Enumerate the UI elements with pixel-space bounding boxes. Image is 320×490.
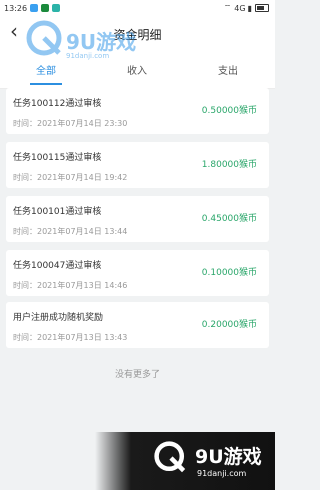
record-time: 时间：2021年07月13日 14:46 bbox=[13, 281, 128, 290]
record-time: 时间：2021年07月14日 19:42 bbox=[13, 173, 128, 182]
record-task: 用户注册成功随机奖励 bbox=[13, 313, 104, 323]
watermark-url: 91danji.com bbox=[197, 469, 247, 478]
record-task: 任务100101通过审核 bbox=[13, 207, 102, 217]
status-time: 13:26 bbox=[4, 3, 28, 13]
record-amount: 0.10000猴币 bbox=[201, 268, 257, 278]
watermark-brand: 9U游戏 bbox=[66, 30, 137, 54]
transaction-record[interactable]: 任务100115通过审核 时间：2021年07月14日 19:42 1.8000… bbox=[6, 142, 269, 188]
brand-logo-icon bbox=[26, 20, 62, 56]
app-notification-icon bbox=[41, 4, 50, 12]
active-tab-indicator bbox=[30, 83, 62, 85]
brand-logo-icon bbox=[154, 441, 186, 473]
record-amount: 0.20000猴币 bbox=[201, 320, 257, 330]
watermark-url: 91danji.com bbox=[66, 52, 110, 60]
network-type: 4G bbox=[234, 3, 246, 13]
end-of-list-text: 没有更多了 bbox=[114, 370, 160, 380]
record-task: 任务100112通过审核 bbox=[13, 99, 102, 109]
record-time: 时间：2021年07月13日 13:43 bbox=[13, 333, 128, 342]
wifi-icon: ⌔ bbox=[223, 3, 232, 12]
record-amount: 1.80000猴币 bbox=[201, 160, 257, 170]
transaction-record[interactable]: 任务100112通过审核 时间：2021年07月14日 23:30 0.5000… bbox=[6, 88, 269, 134]
record-time: 时间：2021年07月14日 23:30 bbox=[13, 119, 128, 128]
record-time: 时间：2021年07月14日 13:44 bbox=[13, 227, 128, 236]
transaction-record[interactable]: 任务100101通过审核 时间：2021年07月14日 13:44 0.4500… bbox=[6, 196, 269, 242]
app-notification-icon bbox=[52, 4, 61, 12]
status-bar: 13:26 ⌔ 4G ▮ bbox=[0, 0, 275, 16]
record-task: 任务100047通过审核 bbox=[13, 261, 102, 271]
record-amount: 0.50000猴币 bbox=[201, 106, 257, 116]
watermark-banner: 9U游戏 91danji.com bbox=[95, 432, 275, 490]
battery-icon bbox=[255, 4, 269, 12]
signal-icon: ▮ bbox=[247, 3, 252, 13]
record-task: 任务100115通过审核 bbox=[13, 153, 102, 163]
status-indicators: ⌔ 4G ▮ bbox=[224, 3, 269, 13]
record-amount: 0.45000猴币 bbox=[201, 214, 257, 224]
watermark-brand: 9U游戏 bbox=[195, 446, 262, 468]
transaction-record[interactable]: 任务100047通过审核 时间：2021年07月13日 14:46 0.1000… bbox=[6, 250, 269, 296]
tab-expense[interactable]: 支出 bbox=[198, 62, 258, 77]
app-notification-icon bbox=[30, 4, 39, 12]
watermark-logo: 9U游戏 91danji.com bbox=[26, 20, 146, 70]
transaction-record[interactable]: 用户注册成功随机奖励 时间：2021年07月13日 13:43 0.20000猴… bbox=[6, 302, 269, 348]
